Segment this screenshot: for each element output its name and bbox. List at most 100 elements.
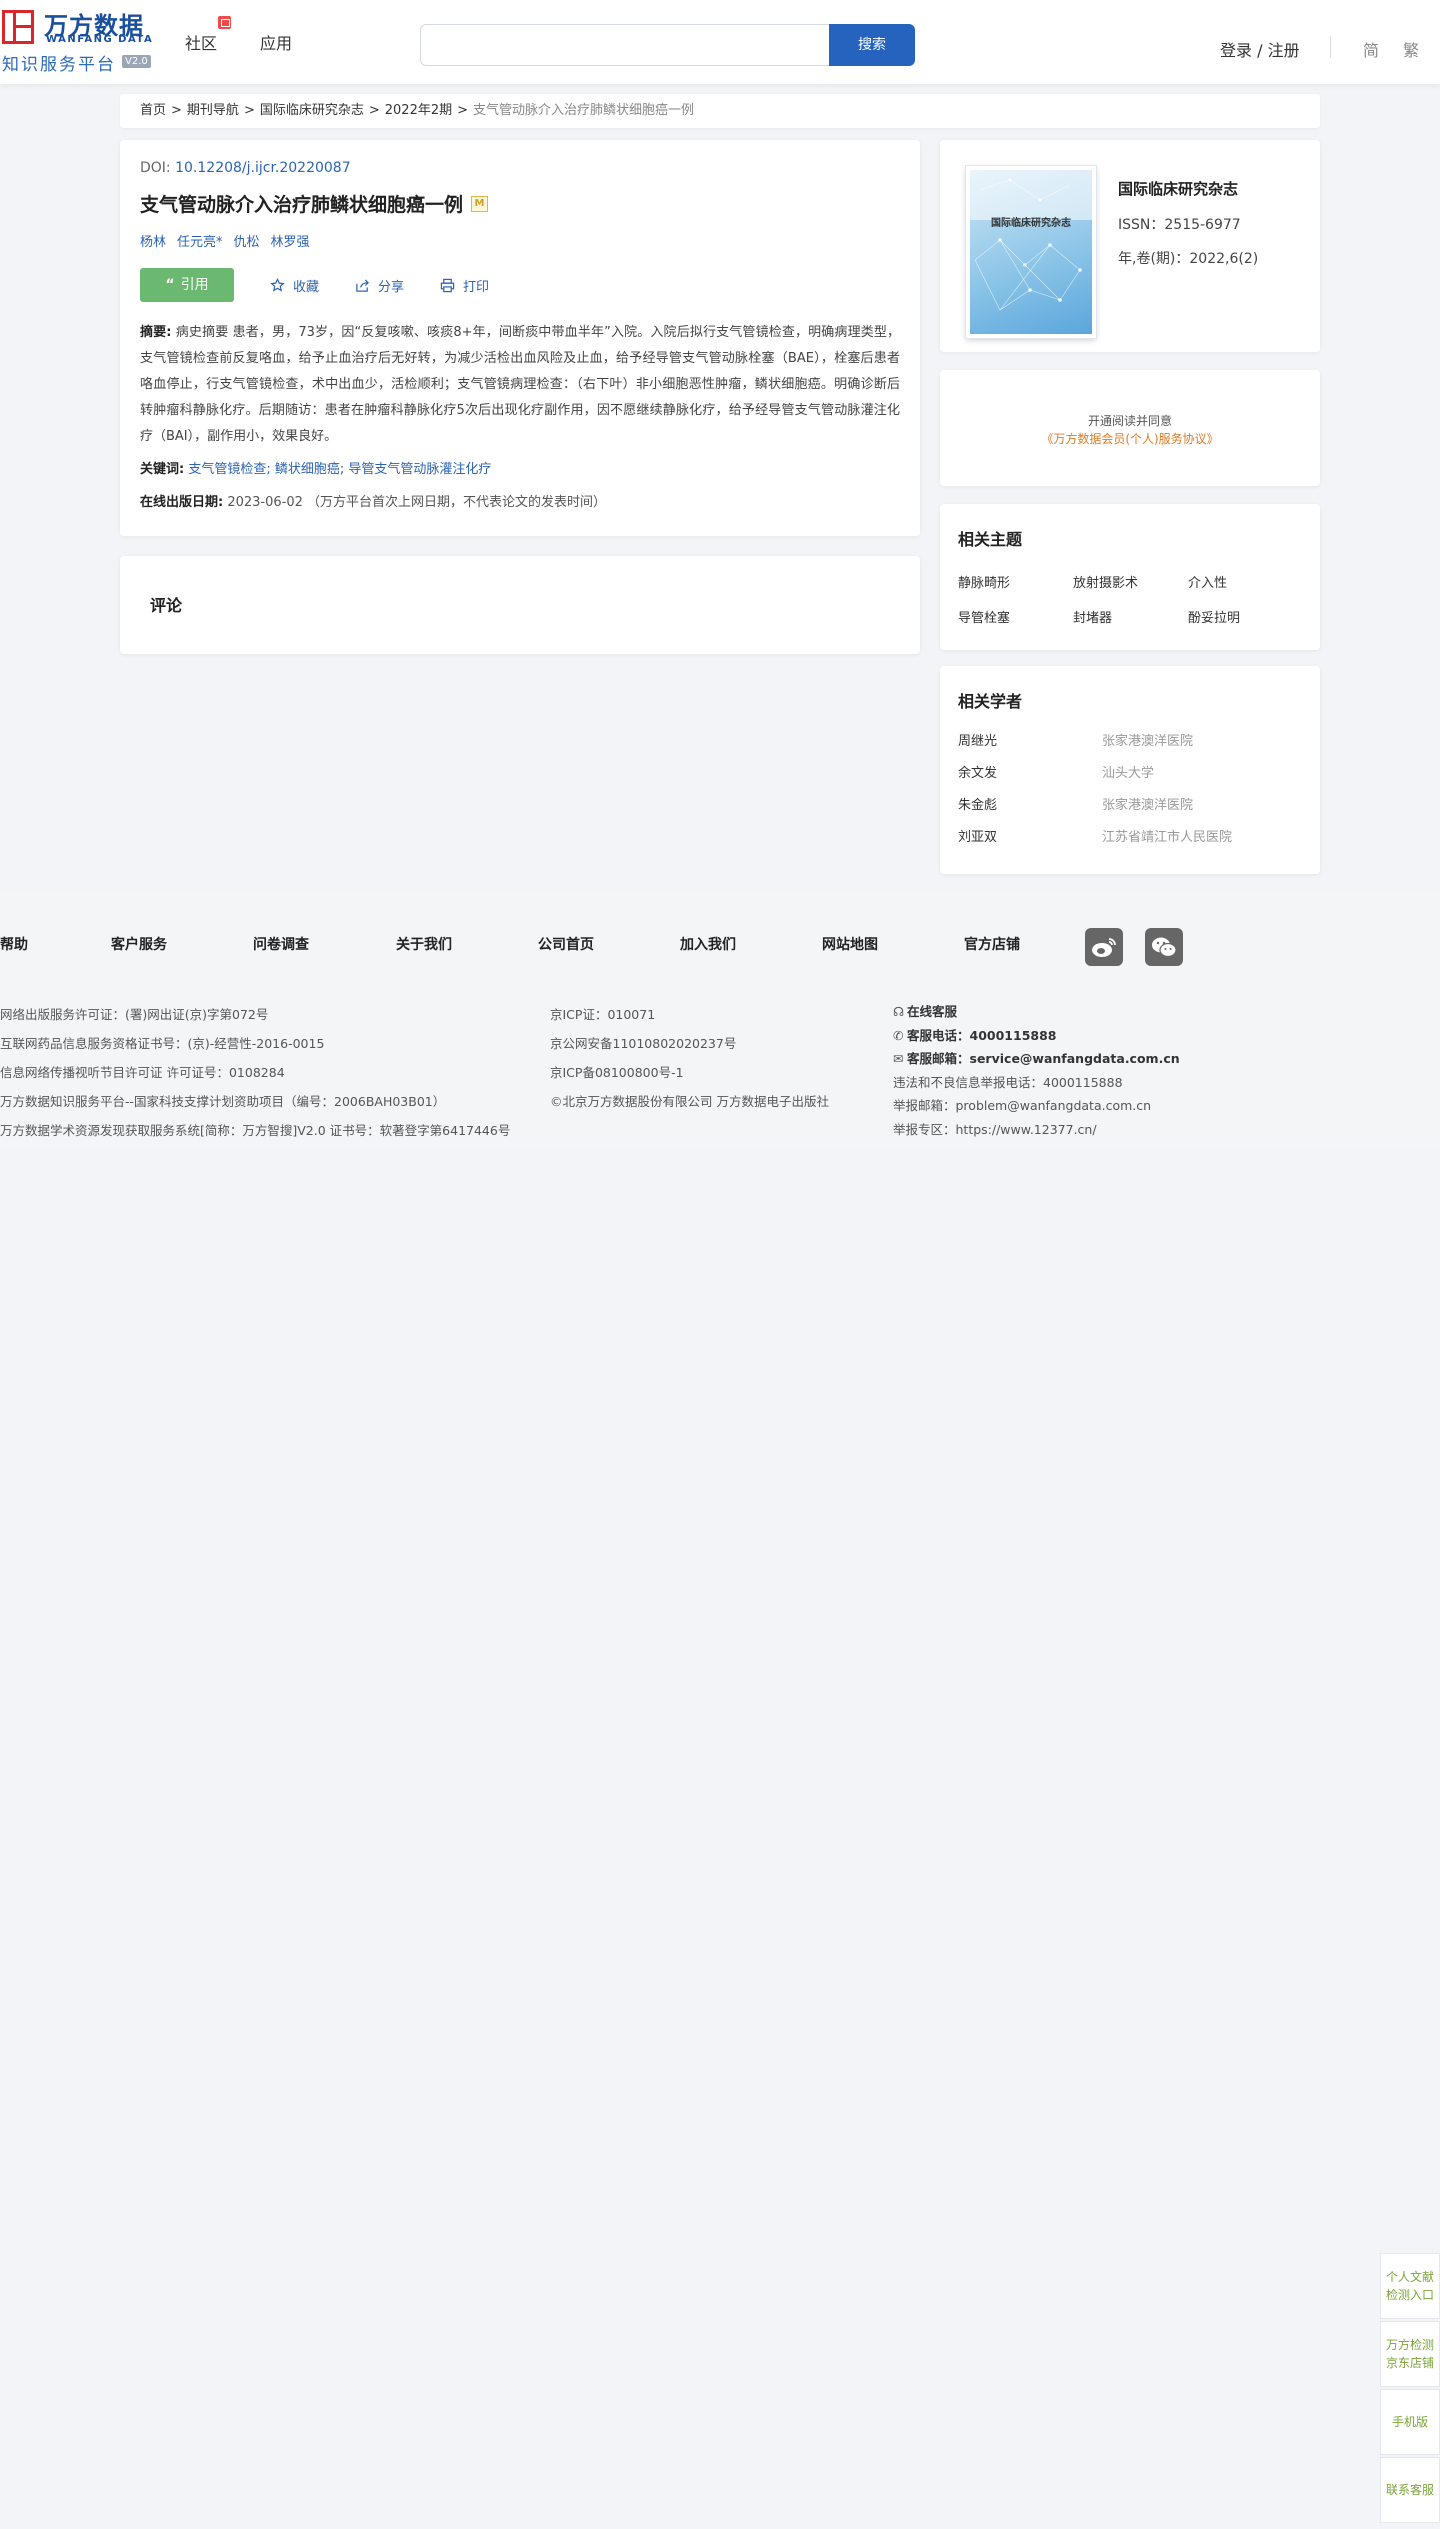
login-register-link[interactable]: 登录 / 注册: [1220, 37, 1300, 61]
abstract-text: 病史摘要 患者，男，73岁，因“反复咳嗽、咳痰8+年，间断痰中带血半年”入院。入…: [140, 325, 901, 444]
favorite-button[interactable]: 收藏: [270, 276, 319, 295]
footer-link-sitemap[interactable]: 网站地图: [822, 934, 878, 954]
footer-license-line: 信息网络传播视听节目许可证 许可证号：0108284: [0, 1065, 285, 1080]
breadcrumb-journal[interactable]: 国际临床研究杂志: [260, 103, 364, 118]
keyword-link[interactable]: 导管支气管动脉灌注化疗: [348, 462, 491, 477]
footer-license-line: 万方数据学术资源发现获取服务系统[简称：万方智搜]V2.0 证书号：软著登字第6…: [0, 1123, 511, 1138]
keywords: 关键词: 支气管镜检查; 鳞状细胞癌; 导管支气管动脉灌注化疗: [140, 458, 900, 477]
author-link[interactable]: 杨林: [140, 235, 166, 250]
wechat-icon[interactable]: [1145, 928, 1183, 966]
breadcrumb-separator: >: [243, 103, 255, 118]
service-phone: ✆ 客服电话：4000115888: [893, 1024, 1180, 1048]
membership-agreement-link[interactable]: 《万方数据会员(个人)服务协议》: [940, 430, 1320, 447]
abstract: 摘要: 病史摘要 患者，男，73岁，因“反复咳嗽、咳痰8+年，间断痰中带血半年”…: [140, 320, 900, 450]
breadcrumb-separator: >: [457, 103, 469, 118]
star-icon: [270, 277, 285, 292]
journal-card: 国际临床研究杂志 国际临床研究杂志 ISSN：2515-6977 年,卷(期)：…: [940, 140, 1320, 352]
doi-line: DOI: 10.12208/j.ijcr.20220087: [140, 160, 900, 176]
report-email[interactable]: 举报邮箱：problem@wanfangdata.com.cn: [893, 1094, 1180, 1118]
cite-button[interactable]: “ 引用: [140, 268, 234, 302]
keyword-link[interactable]: 鳞状细胞癌;: [275, 462, 344, 477]
float-contact-service[interactable]: 联系客服: [1380, 2457, 1440, 2523]
footer-icp-line[interactable]: 京ICP备08100800号-1: [550, 1058, 829, 1087]
report-zone[interactable]: 举报专区：https://www.12377.cn/: [893, 1118, 1180, 1142]
journal-cover[interactable]: 国际临床研究杂志: [965, 165, 1097, 339]
footer-link-store[interactable]: 官方店铺: [964, 934, 1020, 954]
lang-traditional-toggle[interactable]: 繁: [1403, 37, 1419, 61]
topic-link[interactable]: 放射摄影术: [1073, 572, 1188, 591]
email-value[interactable]: service@wanfangdata.com.cn: [970, 1051, 1180, 1066]
footer-link-about[interactable]: 关于我们: [396, 934, 452, 954]
online-service-label: 在线客服: [907, 1004, 958, 1019]
print-label: 打印: [463, 279, 490, 295]
online-service-link[interactable]: ☊ 在线客服: [893, 1000, 1180, 1024]
nav-apps[interactable]: 应用: [260, 30, 292, 54]
weibo-icon[interactable]: [1085, 928, 1123, 966]
service-email: ✉ 客服邮箱：service@wanfangdata.com.cn: [893, 1047, 1180, 1071]
author-list: 杨林 任元亮* 仇松 林罗强: [140, 231, 900, 250]
quote-icon: “: [165, 277, 175, 293]
footer-link-customer-service[interactable]: 客户服务: [111, 934, 167, 954]
nav-community[interactable]: 社区: [185, 30, 217, 54]
pubdate-value: 2023-06-02 （万方平台首次上网日期，不代表论文的发表时间）: [227, 495, 607, 510]
favorite-label: 收藏: [293, 279, 320, 295]
footer-link-company[interactable]: 公司首页: [538, 934, 594, 954]
author-link[interactable]: 任元亮*: [177, 235, 223, 250]
scholar-org[interactable]: 汕头大学: [1102, 766, 1154, 798]
breadcrumb-home[interactable]: 首页: [140, 103, 166, 118]
keyword-link[interactable]: 支气管镜检查;: [188, 462, 270, 477]
lang-simplified-toggle[interactable]: 简: [1363, 37, 1379, 61]
report-phone: 违法和不良信息举报电话：4000115888: [893, 1074, 1123, 1090]
footer-icp-line[interactable]: 京ICP证：010071: [550, 1000, 829, 1029]
topic-link[interactable]: 导管栓塞: [958, 607, 1073, 626]
mail-icon: ✉: [893, 1051, 904, 1066]
breadcrumb-issue[interactable]: 2022年2期: [385, 103, 452, 118]
pubdate-label: 在线出版日期:: [140, 495, 224, 510]
journal-volume: 年,卷(期)：2022,6(2): [1118, 251, 1259, 267]
scholar-name[interactable]: 余文发: [958, 766, 1102, 798]
author-link[interactable]: 林罗强: [271, 235, 310, 250]
search-input[interactable]: [420, 24, 830, 66]
printer-icon: [440, 278, 455, 292]
scholar-name[interactable]: 刘亚双: [958, 830, 1102, 862]
scholar-name[interactable]: 周继光: [958, 734, 1102, 766]
footer-link-survey[interactable]: 问卷调查: [253, 934, 309, 954]
related-scholars-title: 相关学者: [958, 692, 1023, 711]
top-header: 万方数据 WANFANG DATA 知识服务平台 V2.0 社区 应用 搜索 登…: [0, 0, 1440, 84]
footer-contact: ☊ 在线客服 ✆ 客服电话：4000115888 ✉ 客服邮箱：service@wan…: [893, 1000, 1180, 1141]
breadcrumb-separator: >: [171, 103, 182, 118]
topic-link[interactable]: 封堵器: [1073, 607, 1188, 626]
search-button[interactable]: 搜索: [829, 24, 915, 66]
footer-link-help[interactable]: 帮助: [0, 934, 28, 954]
email-label: 客服邮箱：: [907, 1051, 970, 1066]
topic-link[interactable]: 静脉畸形: [958, 572, 1073, 591]
breadcrumb-journal-nav[interactable]: 期刊导航: [187, 103, 239, 118]
footer-icp-line[interactable]: 京公网安备11010802020237号: [550, 1029, 829, 1058]
wanfang-logo[interactable]: 万方数据 WANFANG DATA 知识服务平台 V2.0: [0, 6, 155, 75]
scholar-org[interactable]: 江苏省靖江市人民医院: [1102, 830, 1232, 862]
article-title-text: 支气管动脉介入治疗肺鳞状细胞癌一例: [140, 194, 464, 216]
abstract-label: 摘要:: [140, 325, 172, 340]
scholar-org[interactable]: 张家港澳洋医院: [1102, 734, 1193, 766]
journal-name[interactable]: 国际临床研究杂志: [1118, 178, 1238, 199]
author-link[interactable]: 仇松: [234, 235, 260, 250]
scholar-org[interactable]: 张家港澳洋医院: [1102, 798, 1193, 830]
scholar-name[interactable]: 朱金彪: [958, 798, 1102, 830]
logo-en-text: WANFANG DATA: [46, 34, 154, 45]
footer-license-line: 万方数据知识服务平台--国家科技支撑计划资助项目（编号：2006BAH03B01…: [0, 1094, 446, 1109]
header-divider: [1330, 36, 1331, 58]
topic-link[interactable]: 酚妥拉明: [1188, 607, 1303, 626]
related-topics-card: 相关主题 静脉畸形 放射摄影术 介入性 导管栓塞 封堵器 酚妥拉明: [940, 504, 1320, 650]
share-button[interactable]: 分享: [355, 276, 404, 295]
float-jd-store[interactable]: 万方检测京东店铺: [1380, 2321, 1440, 2387]
print-button[interactable]: 打印: [440, 276, 489, 295]
doi-link[interactable]: 10.12208/j.ijcr.20220087: [175, 160, 351, 176]
related-topics-title: 相关主题: [958, 530, 1023, 549]
footer-link-join[interactable]: 加入我们: [680, 934, 736, 954]
float-mobile[interactable]: 手机版: [1380, 2389, 1440, 2455]
footer: 帮助 客户服务 问卷调查 关于我们 公司首页 加入我们 网站地图 官方店铺 网络…: [0, 890, 1440, 1150]
topic-link[interactable]: 介入性: [1188, 572, 1303, 591]
footer-license-line: 网络出版服务许可证：(署)网出证(京)字第072号: [0, 1007, 269, 1022]
float-plagiarism-check[interactable]: 个人文献检测入口: [1380, 2253, 1440, 2319]
scholar-row: 刘亚双 江苏省靖江市人民医院: [958, 830, 1302, 862]
